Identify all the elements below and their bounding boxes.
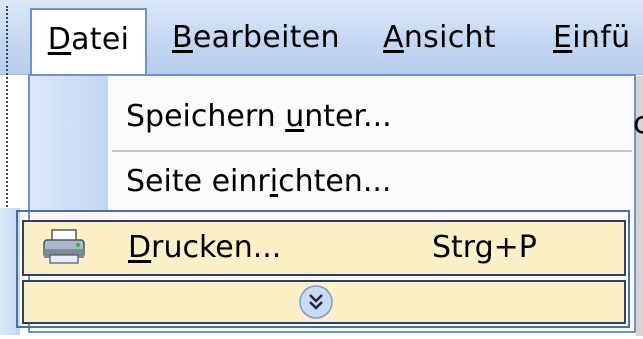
menu-separator — [112, 150, 632, 152]
menu-bearbeiten-mnemonic: B — [172, 20, 193, 55]
menu-datei-mnemonic: D — [47, 22, 72, 57]
menu-bearbeiten[interactable]: Bearbeiten — [172, 8, 340, 68]
menu-bearbeiten-rest: earbeiten — [192, 20, 340, 55]
speichern-mnemonic: u — [285, 99, 305, 134]
menu-ansicht-mnemonic: A — [383, 20, 404, 55]
drucken-shortcut: Strg+P — [432, 230, 537, 265]
menu-einfuegen-mnemonic: E — [553, 20, 573, 55]
menu-datei[interactable]: Datei — [30, 8, 147, 78]
menu-einfuegen[interactable]: Einfü — [553, 8, 630, 68]
drucken-label-post: rucken... — [151, 230, 282, 265]
menu-einfuegen-rest: infü — [572, 20, 631, 55]
seite-mnemonic: i — [269, 164, 279, 199]
menu-datei-rest: atei — [71, 22, 130, 57]
chevron-double-down-icon — [299, 285, 333, 319]
menu-item-seite-einrichten[interactable]: Seite einrichten... — [108, 155, 635, 209]
printer-icon — [43, 229, 85, 264]
seite-label-pre: Seite einr — [126, 164, 270, 199]
seite-label-post: chten... — [278, 164, 392, 199]
speichern-label-pre: Speichern — [126, 99, 286, 134]
icon-gutter — [30, 76, 108, 210]
menu-item-speichern-unter[interactable]: Speichern unter... — [108, 90, 635, 144]
drucken-label: Drucken... — [128, 221, 281, 275]
menu-ansicht[interactable]: Ansicht — [383, 8, 496, 68]
speichern-label-post: nter... — [304, 99, 392, 134]
menu-ansicht-rest: nsicht — [403, 20, 496, 55]
drucken-mnemonic: D — [128, 230, 152, 265]
